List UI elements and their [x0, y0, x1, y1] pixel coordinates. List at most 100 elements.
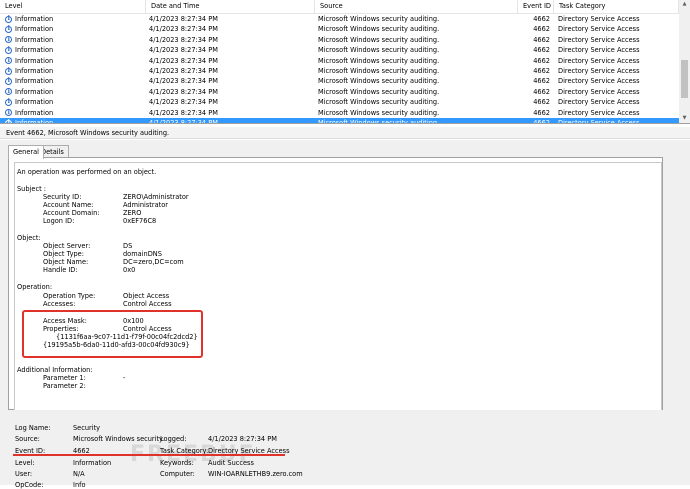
value-logged: 4/1/2023 8:27:34 PM — [208, 435, 277, 443]
information-icon — [5, 87, 12, 97]
label-accesses: Accesses: — [43, 300, 76, 308]
column-date[interactable]: Date and Time — [146, 0, 315, 13]
table-row[interactable]: Information 4/1/2023 8:27:34 PM Microsoft … — [0, 87, 679, 97]
cell-source: Microsoft Windows security auditing. — [318, 87, 440, 96]
value-computer: WIN-IOARNLETHB9.zero.com — [208, 470, 303, 478]
cell-task: Directory Service Access — [558, 87, 640, 96]
label-handle-id: Handle ID: — [43, 266, 78, 274]
event-list-header: Level Date and Time Source Event ID Task… — [0, 0, 679, 14]
label-source: Source: — [15, 435, 40, 443]
cell-source: Microsoft Windows security auditing. — [318, 119, 440, 124]
event-message[interactable] — [14, 162, 662, 410]
cell-source: Microsoft Windows security auditing. — [318, 67, 440, 75]
cell-source: Microsoft Windows security auditing. — [318, 77, 440, 86]
label-logon-id: Logon ID: — [43, 217, 75, 225]
cell-source: Microsoft Windows security auditing. — [318, 56, 440, 65]
column-level[interactable]: Level — [0, 0, 146, 13]
cell-source: Microsoft Windows security auditing. — [318, 108, 440, 117]
label-object-server: Object Server: — [43, 242, 91, 250]
section-object: Object: — [17, 234, 41, 242]
table-row[interactable]: Information 4/1/2023 8:27:34 PM Microsoft … — [0, 55, 679, 66]
value-object-type: domainDNS — [123, 250, 162, 258]
cell-task: Directory Service Access — [558, 35, 640, 44]
cell-level: Information — [15, 77, 54, 86]
event-list-scrollbar[interactable]: ▲ ▼ — [679, 0, 690, 123]
label-keywords: Keywords: — [160, 459, 194, 467]
column-task-category[interactable]: Task Category — [554, 0, 679, 13]
table-row[interactable]: Information 4/1/2023 8:27:34 PM Microsoft … — [0, 24, 679, 35]
message-intro: An operation was performed on an object. — [17, 168, 157, 176]
cell-task: Directory Service Access — [558, 15, 640, 23]
scroll-up-icon[interactable]: ▲ — [679, 0, 690, 9]
table-row[interactable]: Information 4/1/2023 8:27:34 PM Microsoft … — [0, 66, 679, 76]
tab-general[interactable]: General — [8, 145, 44, 159]
label-object-name: Object Name: — [43, 258, 89, 266]
cell-event-id: 4662 — [533, 77, 550, 86]
cell-source: Microsoft Windows security auditing. — [318, 46, 440, 55]
cell-date: 4/1/2023 8:27:34 PM — [149, 119, 218, 124]
cell-task: Directory Service Access — [558, 56, 640, 65]
label-operation-type: Operation Type: — [43, 292, 96, 300]
information-icon — [5, 107, 12, 118]
value-user: N/A — [73, 470, 85, 478]
cell-source: Microsoft Windows security auditing. — [318, 35, 440, 44]
cell-event-id: 4662 — [533, 25, 550, 34]
cell-date: 4/1/2023 8:27:34 PM — [149, 56, 218, 65]
value-keywords: Audit Success — [208, 459, 254, 467]
cell-level: Information — [15, 108, 54, 117]
information-icon — [5, 35, 12, 45]
cell-level: Information — [15, 119, 54, 124]
value-opcode: Info — [73, 481, 86, 489]
value-account-name: Administrator — [123, 201, 168, 209]
label-account-domain: Account Domain: — [43, 209, 100, 217]
cell-level: Information — [15, 56, 54, 65]
label-computer: Computer: — [160, 470, 195, 478]
scroll-down-icon[interactable]: ▼ — [679, 114, 690, 123]
cell-date: 4/1/2023 8:27:34 PM — [149, 25, 218, 34]
table-row[interactable]: Information 4/1/2023 8:27:34 PM Microsoft … — [0, 118, 679, 124]
cell-event-id: 4662 — [533, 56, 550, 65]
cell-task: Directory Service Access — [558, 119, 640, 124]
cell-level: Information — [15, 46, 54, 55]
event-list[interactable]: Level Date and Time Source Event ID Task… — [0, 0, 690, 124]
cell-event-id: 4662 — [533, 119, 550, 124]
cell-date: 4/1/2023 8:27:34 PM — [149, 87, 218, 96]
label-object-type: Object Type: — [43, 250, 84, 258]
cell-event-id: 4662 — [533, 87, 550, 96]
information-icon — [5, 118, 12, 123]
cell-date: 4/1/2023 8:27:34 PM — [149, 15, 218, 23]
value-accesses: Control Access — [123, 300, 172, 308]
table-row[interactable]: Information 4/1/2023 8:27:34 PM Microsoft … — [0, 107, 679, 118]
information-icon — [5, 97, 12, 107]
column-source[interactable]: Source — [315, 0, 518, 13]
cell-date: 4/1/2023 8:27:34 PM — [149, 98, 218, 107]
value-logon-id: 0xEF76C8 — [123, 217, 157, 225]
table-row[interactable]: Information 4/1/2023 8:27:34 PM Microsoft … — [0, 97, 679, 107]
label-account-name: Account Name: — [43, 201, 94, 209]
cell-source: Microsoft Windows security auditing. — [318, 25, 440, 34]
value-source: Microsoft Windows security — [73, 435, 163, 443]
section-operation: Operation: — [17, 283, 53, 291]
table-row[interactable]: Information 4/1/2023 8:27:34 PM Microsoft … — [0, 45, 679, 55]
information-icon — [5, 76, 12, 87]
column-event-id[interactable]: Event ID — [518, 0, 554, 13]
section-subject: Subject : — [17, 185, 46, 193]
cell-source: Microsoft Windows security auditing. — [318, 98, 440, 107]
cell-date: 4/1/2023 8:27:34 PM — [149, 77, 218, 86]
scroll-thumb[interactable] — [681, 60, 688, 98]
cell-level: Information — [15, 98, 54, 107]
table-row[interactable]: Information 4/1/2023 8:27:34 PM Microsoft … — [0, 76, 679, 87]
table-row[interactable]: Information 4/1/2023 8:27:34 PM Microsoft … — [0, 35, 679, 45]
cell-level: Information — [15, 35, 54, 44]
cell-event-id: 4662 — [533, 98, 550, 107]
information-icon — [5, 66, 12, 76]
table-row[interactable]: Information 4/1/2023 8:27:34 PM Microsoft … — [0, 14, 679, 24]
value-object-server: DS — [123, 242, 133, 250]
cell-task: Directory Service Access — [558, 98, 640, 107]
cell-date: 4/1/2023 8:27:34 PM — [149, 46, 218, 55]
section-additional-info: Additional Information: — [17, 366, 93, 374]
value-operation-type: Object Access — [123, 292, 170, 300]
cell-event-id: 4662 — [533, 15, 550, 23]
cell-level: Information — [15, 87, 54, 96]
value-log-name: Security — [73, 424, 101, 432]
